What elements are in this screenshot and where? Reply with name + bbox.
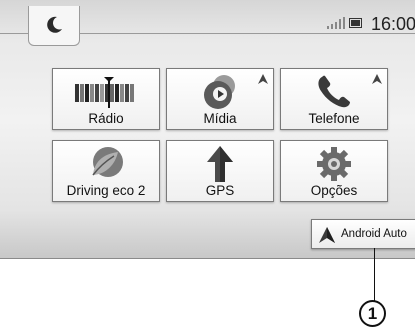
tile-options[interactable]: Opções — [280, 140, 388, 202]
signal-icon — [327, 17, 345, 29]
eco-leaf-icon — [92, 147, 123, 177]
tile-label: Opções — [310, 183, 358, 198]
moon-icon — [47, 16, 62, 33]
gear-icon — [317, 147, 351, 181]
status-bar: 16:00 — [0, 0, 415, 46]
tile-radio[interactable]: Rádio — [52, 68, 160, 130]
battery-icon — [349, 18, 362, 28]
clock: 16:00 — [371, 14, 415, 34]
tile-label: Mídia — [203, 111, 237, 126]
radio-icon — [75, 77, 134, 108]
android-auto-badge-icon — [372, 74, 382, 84]
tile-label: Driving eco 2 — [66, 183, 146, 198]
head-unit-screen: 16:00 Rádio Mídia Telefone Driving eco 2… — [0, 0, 415, 259]
callout-line — [374, 248, 375, 302]
media-play-icon — [204, 75, 235, 109]
android-auto-button[interactable]: Android Auto — [311, 219, 415, 249]
tile-gps[interactable]: GPS — [166, 140, 274, 202]
night-mode-tab[interactable] — [28, 6, 80, 46]
tile-label: Rádio — [88, 111, 124, 126]
android-auto-icon — [319, 227, 335, 243]
tile-label: GPS — [205, 183, 235, 198]
phone-icon — [318, 75, 350, 108]
tile-phone[interactable]: Telefone — [280, 68, 388, 130]
gps-arrow-icon — [207, 146, 233, 182]
android-auto-label: Android Auto — [341, 228, 407, 240]
callout-number: 1 — [359, 300, 386, 327]
tile-label: Telefone — [308, 111, 360, 126]
android-auto-badge-icon — [258, 74, 268, 84]
tile-driving-eco[interactable]: Driving eco 2 — [52, 140, 160, 202]
tile-media[interactable]: Mídia — [166, 68, 274, 130]
